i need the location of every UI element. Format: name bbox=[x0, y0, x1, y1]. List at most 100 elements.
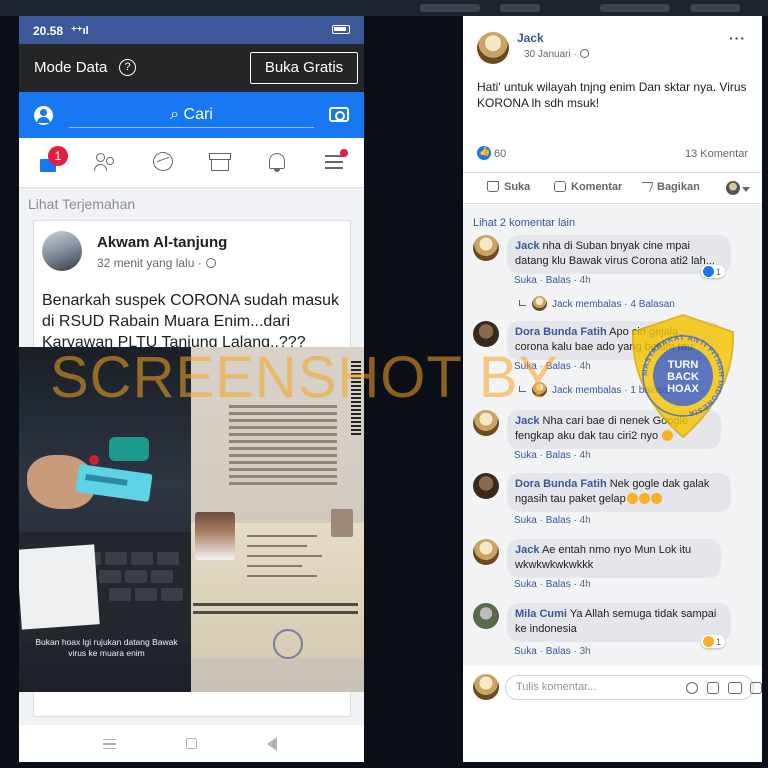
passport-photo bbox=[195, 512, 235, 560]
avatar[interactable] bbox=[473, 235, 499, 261]
chevron-down-icon[interactable] bbox=[742, 187, 750, 192]
thumbs-up-icon bbox=[487, 181, 499, 192]
comment-reply-link[interactable]: Balas bbox=[546, 579, 571, 590]
comment-time: 4h bbox=[579, 579, 591, 590]
tab-marketplace[interactable] bbox=[208, 151, 232, 173]
like-reaction-icon bbox=[703, 266, 714, 277]
free-mode-button[interactable]: Buka Gratis bbox=[250, 52, 358, 84]
comment-author[interactable]: Mila Cumi bbox=[515, 608, 567, 620]
avatar[interactable] bbox=[473, 603, 499, 629]
tab-home[interactable]: 1 bbox=[37, 146, 68, 173]
comment-button[interactable]: Komentar bbox=[554, 181, 622, 193]
tab-notifications[interactable] bbox=[265, 151, 289, 173]
comment-time: 3h bbox=[579, 646, 591, 657]
comment-like-link[interactable]: Suka bbox=[514, 579, 537, 590]
comment-time: 4h bbox=[579, 361, 591, 372]
avatar[interactable] bbox=[42, 231, 82, 271]
reply-summary[interactable]: Jack membalas · 4 Balasan bbox=[519, 296, 675, 311]
comment-icon bbox=[554, 181, 566, 192]
comment-author[interactable]: Jack bbox=[515, 240, 539, 252]
tab-messenger[interactable] bbox=[151, 151, 175, 173]
comment-text: nha di Suban bnyak cine mpai datang klu … bbox=[515, 240, 715, 267]
home-button-icon[interactable] bbox=[186, 738, 197, 749]
camera-icon[interactable] bbox=[329, 107, 349, 122]
post-author[interactable]: Akwam Al-tanjung bbox=[97, 234, 227, 251]
comment-time: 4h bbox=[579, 275, 591, 286]
actor-avatar[interactable] bbox=[726, 181, 740, 195]
avatar[interactable] bbox=[477, 32, 509, 64]
comment-like-link[interactable]: Suka bbox=[514, 450, 537, 461]
globe-icon bbox=[205, 258, 216, 268]
avatar bbox=[473, 674, 499, 700]
like-button[interactable]: Suka bbox=[487, 181, 530, 193]
gif-icon[interactable] bbox=[728, 682, 742, 694]
emoji-icon[interactable] bbox=[686, 682, 698, 694]
comment-meta: Suka · Balas · 4h bbox=[514, 515, 591, 526]
comment-reply-link[interactable]: Balas bbox=[546, 450, 571, 461]
comment-bubble: Dora Bunda Fatih Nek gogle dak galak nga… bbox=[507, 473, 731, 512]
badge-text-back: BACK bbox=[667, 371, 699, 383]
recent-apps-icon[interactable] bbox=[103, 739, 116, 749]
search-input[interactable]: ⌕ Cari bbox=[69, 104, 314, 128]
comment-input[interactable]: Tulis komentar... bbox=[505, 675, 762, 700]
comment-time: 4h bbox=[579, 515, 591, 526]
tab-friends[interactable] bbox=[94, 151, 118, 173]
profile-icon[interactable] bbox=[34, 106, 53, 125]
turnbackhoax-badge: MASYARAKAT ANTI FITNAH INDONESIA TURN BA… bbox=[631, 313, 735, 439]
post-timestamp: 32 menit yang lalu · bbox=[97, 256, 216, 270]
share-button[interactable]: Bagikan bbox=[638, 181, 700, 193]
comment-composer: Tulis komentar... bbox=[463, 666, 762, 708]
avatar[interactable] bbox=[473, 539, 499, 565]
badge-text-turn: TURN bbox=[668, 359, 699, 371]
stamp-image bbox=[273, 629, 303, 659]
haha-reaction-icon bbox=[703, 636, 714, 647]
comment-meta: Suka · Balas · 3h bbox=[514, 646, 591, 657]
bell-icon bbox=[269, 153, 285, 169]
avatar[interactable] bbox=[473, 473, 499, 499]
comment-like-link[interactable]: Suka bbox=[514, 515, 537, 526]
comment-meta: Suka · Balas · 4h bbox=[514, 450, 591, 461]
comment-reply-link[interactable]: Balas bbox=[546, 646, 571, 657]
comment-author[interactable]: Jack bbox=[515, 415, 539, 427]
comment-bubble: Jack nha di Suban bnyak cine mpai datang… bbox=[507, 235, 731, 274]
comment-count[interactable]: 13 Komentar bbox=[685, 148, 748, 160]
comment-like-link[interactable]: Suka bbox=[514, 275, 537, 286]
avatar[interactable] bbox=[473, 410, 499, 436]
tab-menu[interactable] bbox=[323, 149, 348, 173]
browser-top-strip bbox=[0, 0, 768, 16]
laughing-emoji-icon bbox=[638, 493, 650, 504]
post-date: 30 Januari · bbox=[524, 49, 589, 60]
like-count[interactable]: 60 bbox=[477, 146, 506, 160]
comment-like-link[interactable]: Suka bbox=[514, 646, 537, 657]
like-count-value: 60 bbox=[494, 148, 507, 160]
comment-input-placeholder: Tulis komentar... bbox=[516, 681, 597, 693]
comment-reply-link[interactable]: Balas bbox=[546, 275, 571, 286]
comment-author[interactable]: Dora Bunda Fatih bbox=[515, 326, 607, 338]
comment-author[interactable]: Jack bbox=[515, 544, 539, 556]
search-bar: ⌕ Cari bbox=[19, 92, 364, 138]
globe-icon bbox=[579, 49, 589, 58]
camera-icon[interactable] bbox=[707, 682, 719, 694]
back-icon[interactable] bbox=[267, 737, 277, 751]
see-translation-link[interactable]: Lihat Terjemahan bbox=[28, 196, 135, 212]
laughing-emoji-icon bbox=[650, 493, 662, 504]
view-more-comments-link[interactable]: Lihat 2 komentar lain bbox=[473, 217, 575, 229]
reaction-count[interactable]: 1 bbox=[701, 265, 726, 278]
avatar bbox=[532, 296, 547, 311]
more-options-icon[interactable]: ··· bbox=[729, 30, 746, 46]
sticker-icon[interactable] bbox=[750, 682, 762, 694]
post-date-text: 30 Januari · bbox=[524, 49, 577, 60]
menu-alert-dot bbox=[340, 149, 348, 157]
nav-tab-bar: 1 bbox=[19, 138, 364, 188]
badge-text-hoax: HOAX bbox=[667, 383, 699, 395]
comment-reply-link[interactable]: Balas bbox=[546, 515, 571, 526]
help-icon[interactable]: ? bbox=[119, 59, 136, 76]
marketplace-icon bbox=[209, 153, 231, 160]
post-author[interactable]: Jack bbox=[517, 31, 544, 45]
reply-arrow-icon bbox=[519, 300, 526, 306]
reaction-count[interactable]: 1 bbox=[701, 635, 726, 648]
search-placeholder: Cari bbox=[183, 106, 213, 123]
comment-author[interactable]: Dora Bunda Fatih bbox=[515, 478, 607, 490]
comment-button-label: Komentar bbox=[571, 181, 623, 193]
data-mode-bar: Mode Data ? Buka Gratis bbox=[19, 44, 364, 92]
